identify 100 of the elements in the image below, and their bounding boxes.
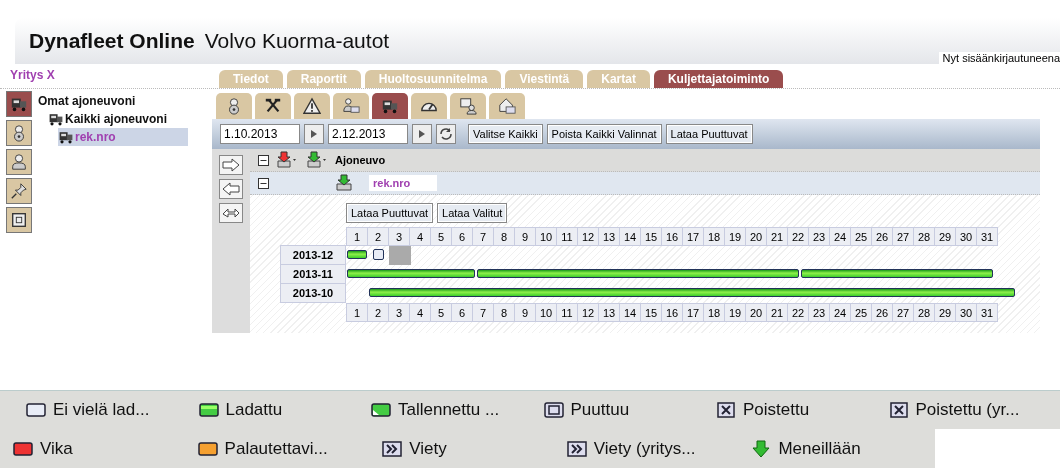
day-header: 18: [703, 227, 725, 246]
monitor-icon: [459, 97, 477, 115]
day-header: 10: [535, 227, 557, 246]
day-footer: 20: [745, 303, 767, 322]
day-footer: 22: [787, 303, 809, 322]
day-header: 20: [745, 227, 767, 246]
tool-tab[interactable]: [216, 93, 252, 119]
right-arrow-button[interactable]: [219, 155, 243, 175]
load-button[interactable]: Lataa Puuttuvat: [346, 203, 434, 223]
day-header: 14: [619, 227, 641, 246]
day-header: 2: [367, 227, 389, 246]
legend-label: Meneillään: [778, 438, 861, 459]
collapse-icon[interactable]: [258, 154, 269, 166]
toolbar-button[interactable]: Poista Kaikki Valinnat: [546, 124, 662, 144]
load-button[interactable]: Lataa Valitut: [437, 203, 508, 223]
side-tool-button[interactable]: [6, 207, 32, 233]
left-arrow-button[interactable]: [219, 179, 243, 199]
double-chevron-icon: [565, 439, 588, 458]
day-footer: 27: [892, 303, 914, 322]
tree-item[interactable]: Kaikki ajoneuvoni: [48, 110, 212, 128]
day-header: 5: [430, 227, 452, 246]
tool-tab[interactable]: [372, 93, 408, 119]
tool-tab[interactable]: [294, 93, 330, 119]
today-marker[interactable]: [389, 246, 411, 265]
day-footer: 11: [556, 303, 578, 322]
day-footer: 14: [619, 303, 641, 322]
driver-card-icon: [342, 97, 360, 115]
hammers-icon: [264, 97, 282, 115]
day-header: 23: [808, 227, 830, 246]
day-footer: 3: [388, 303, 410, 322]
legend-label: Ladattu: [225, 400, 283, 420]
day-footer: 21: [766, 303, 788, 322]
play-icon: [418, 129, 426, 139]
tree-item[interactable]: Omat ajoneuvoni: [38, 92, 212, 110]
day-header: 29: [934, 227, 956, 246]
loaded-bar[interactable]: [347, 250, 367, 259]
next-button[interactable]: [412, 124, 432, 144]
day-header: 13: [598, 227, 620, 246]
app-title: Dynafleet Online: [29, 29, 195, 53]
legend-label: Palautettavi...: [224, 438, 328, 459]
day-footer: 17: [682, 303, 704, 322]
left-arrow-icon: [222, 182, 240, 196]
day-footer: 1: [346, 303, 368, 322]
month-label: 2013-12: [280, 245, 346, 265]
legend-label: Vika: [40, 438, 73, 459]
house-icon: [498, 97, 516, 115]
day-footer: 16: [661, 303, 683, 322]
download-tray-icon: [335, 174, 353, 192]
tray-icon[interactable]: [275, 151, 299, 169]
loaded-bar[interactable]: [368, 288, 1015, 297]
end-date-field[interactable]: 2.12.2013: [328, 124, 408, 144]
day-header: 15: [640, 227, 662, 246]
day-header: 9: [514, 227, 536, 246]
day-footer: 4: [409, 303, 431, 322]
empty-day-box[interactable]: [372, 249, 385, 260]
day-footer: 19: [724, 303, 746, 322]
refresh-icon: [439, 127, 453, 141]
legend-label: Poistettu (yr...: [915, 400, 1020, 420]
main-tab[interactable]: Kuljettajatoiminto: [653, 70, 784, 88]
tray-icon[interactable]: [305, 151, 329, 169]
status-bar-icon: [12, 439, 34, 458]
day-header: 6: [451, 227, 473, 246]
deleted-icon: [887, 401, 910, 419]
next-button[interactable]: [304, 124, 324, 144]
day-header: 25: [850, 227, 872, 246]
loaded-bar[interactable]: [476, 269, 799, 278]
day-header: 1: [346, 227, 368, 246]
swap-arrows-icon: [222, 206, 240, 220]
legend-label: Poistettu: [743, 400, 810, 420]
collapse-icon[interactable]: [258, 177, 269, 189]
loaded-bar[interactable]: [800, 269, 993, 278]
company-name: Yritys X: [9, 68, 56, 82]
loaded-bar[interactable]: [347, 269, 475, 278]
app-subtitle: Volvo Kuorma-autot: [204, 29, 390, 53]
truck-icon: [58, 129, 74, 145]
column-header: Ajoneuvo: [335, 154, 386, 166]
status-bar-icon: [196, 439, 219, 458]
day-header: 21: [766, 227, 788, 246]
toolbar-button[interactable]: Valitse Kaikki: [468, 124, 543, 144]
side-tool-button[interactable]: [6, 120, 32, 146]
tool-tab[interactable]: [450, 93, 486, 119]
tool-tab[interactable]: [255, 93, 291, 119]
day-header: 30: [955, 227, 977, 246]
side-tool-button[interactable]: [6, 149, 32, 175]
start-date-field[interactable]: 1.10.2013: [220, 124, 300, 144]
swap-button[interactable]: [219, 203, 243, 223]
status-bar-icon: [25, 401, 47, 419]
tree-item[interactable]: rek.nro: [58, 128, 188, 146]
day-header: 7: [472, 227, 494, 246]
side-tool-button[interactable]: [6, 91, 32, 117]
tool-tab[interactable]: [411, 93, 447, 119]
refresh-button[interactable]: [436, 124, 456, 144]
toolbar-button[interactable]: Lataa Puuttuvat: [665, 124, 753, 144]
side-tool-button[interactable]: [6, 178, 32, 204]
deleted-icon: [715, 401, 737, 419]
saved-bar-icon: [370, 401, 392, 419]
double-chevron-icon: [381, 439, 404, 458]
day-footer: 29: [934, 303, 956, 322]
day-footer: 9: [514, 303, 536, 322]
vehicle-cell[interactable]: rek.nro: [369, 175, 437, 191]
